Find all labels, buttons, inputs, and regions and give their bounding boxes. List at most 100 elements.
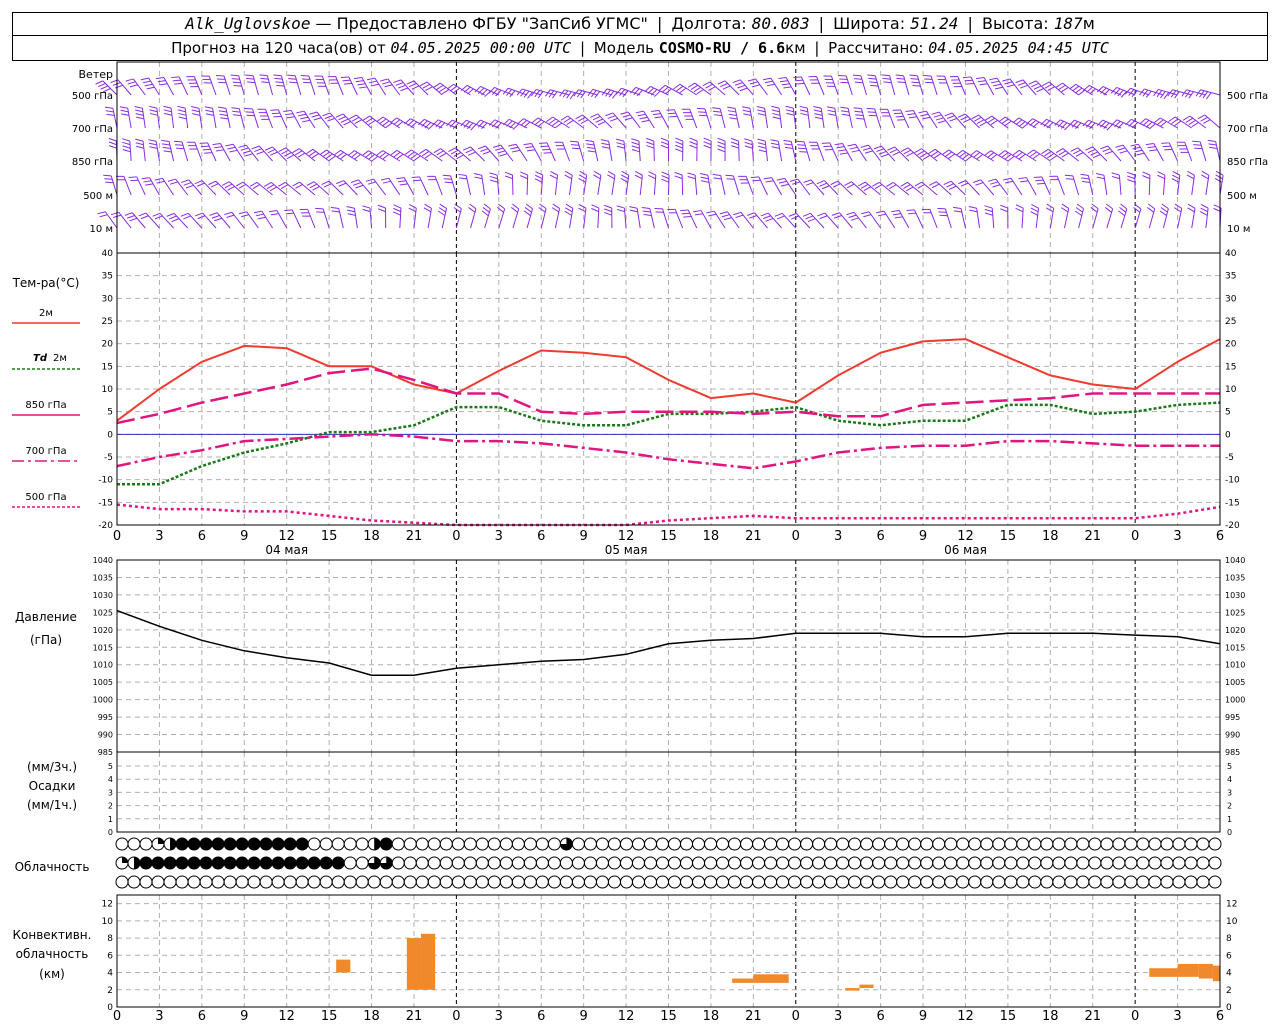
cloud-cover-high-icon bbox=[463, 837, 477, 851]
cloud-cover-high-icon bbox=[415, 837, 429, 851]
wind-barb bbox=[423, 203, 432, 229]
cloud-cover-mid-icon bbox=[331, 856, 345, 870]
cloud-cover-mid-icon bbox=[403, 856, 417, 870]
legend-2m-label: 2м bbox=[39, 308, 53, 319]
cloud-cover-low-icon bbox=[583, 875, 597, 889]
wind-barb bbox=[218, 106, 231, 129]
temp-tick-left: 20 bbox=[102, 340, 114, 350]
cloud-cover-mid-icon bbox=[716, 856, 730, 870]
conv-tick-right: 2 bbox=[1226, 986, 1232, 996]
wind-barb bbox=[866, 107, 882, 129]
wind-barb bbox=[646, 137, 655, 162]
conv-tick-left: 8 bbox=[107, 934, 113, 944]
cloud-cover-high-icon bbox=[223, 837, 237, 851]
cloud-cover-low-icon bbox=[716, 875, 730, 889]
wind-barb bbox=[148, 105, 160, 129]
cloud-cover-mid-icon bbox=[643, 856, 657, 870]
wind-barb bbox=[538, 203, 547, 229]
temp-tick-right: 25 bbox=[1225, 317, 1236, 327]
cloud-cover-mid-icon bbox=[752, 856, 766, 870]
wind-barb bbox=[831, 212, 853, 229]
cloud-cover-low-icon bbox=[1016, 875, 1030, 889]
wind-barb bbox=[390, 149, 415, 162]
wind-level-500m-right: 500 м bbox=[1227, 191, 1257, 202]
temp-x-tick: 18 bbox=[703, 529, 720, 544]
conv-tick-left: 4 bbox=[107, 969, 113, 979]
wind-barb bbox=[906, 209, 924, 229]
wind-barb bbox=[778, 76, 797, 96]
wind-barb bbox=[481, 203, 491, 229]
wind-barb bbox=[826, 106, 839, 129]
wind-barb bbox=[437, 203, 447, 229]
wind-barb bbox=[872, 181, 896, 196]
conv-x-tick: 0 bbox=[1131, 1009, 1139, 1024]
pressure-tick-right: 1015 bbox=[1225, 643, 1245, 652]
wind-barb bbox=[230, 74, 245, 96]
wind-barb bbox=[616, 205, 627, 229]
cloud-cover-mid-icon bbox=[788, 856, 802, 870]
wind-barbs-layer bbox=[95, 74, 1224, 229]
cloud-cover-mid-icon bbox=[1184, 856, 1198, 870]
cloud-cover-low-icon bbox=[115, 875, 129, 889]
cloud-cover-mid-icon bbox=[655, 856, 669, 870]
cloud-cover-high-icon bbox=[523, 837, 537, 851]
cloud-cover-high-icon bbox=[475, 837, 489, 851]
wind-barb bbox=[148, 139, 160, 162]
cloud-cover-mid-icon bbox=[872, 856, 886, 870]
wind-barb bbox=[900, 181, 924, 196]
day-label: 04 мая bbox=[265, 543, 308, 557]
precip-tick-right: 1 bbox=[1227, 815, 1232, 824]
cloud-cover-high-icon bbox=[379, 837, 393, 851]
wind-barb bbox=[1153, 117, 1178, 129]
wind-level-700hpa-right: 700 гПа bbox=[1227, 124, 1268, 135]
conv-tick-right: 4 bbox=[1226, 969, 1232, 979]
cloud-cover-low-icon bbox=[836, 875, 850, 889]
wind-barb bbox=[1171, 171, 1181, 196]
cloud-cover-high-icon bbox=[1028, 837, 1042, 851]
cloud-cover-low-icon bbox=[1004, 875, 1018, 889]
wind-barb bbox=[703, 137, 712, 162]
wind-barb bbox=[1085, 146, 1108, 162]
conv-x-tick: 9 bbox=[919, 1009, 927, 1024]
cloud-cover-mid-icon bbox=[1076, 856, 1090, 870]
cloud-cover-high-icon bbox=[655, 837, 669, 851]
cloud-cover-high-icon bbox=[716, 837, 730, 851]
cloud-cover-low-icon bbox=[1052, 875, 1066, 889]
temp-x-tick: 0 bbox=[1131, 529, 1139, 544]
conv-x-tick: 6 bbox=[876, 1009, 884, 1024]
cloud-cover-mid-icon bbox=[728, 856, 742, 870]
cloud-cover-low-icon bbox=[271, 875, 285, 889]
cloud-cover-low-icon bbox=[704, 875, 718, 889]
cloud-cover-low-icon bbox=[788, 875, 802, 889]
cloud-cover-high-icon bbox=[571, 837, 585, 851]
temp-tick-right: -15 bbox=[1225, 498, 1240, 508]
conv-tick-left: 12 bbox=[102, 900, 113, 910]
conv-tick-left: 6 bbox=[107, 951, 113, 961]
wind-barb bbox=[696, 107, 712, 129]
wind-barb bbox=[152, 212, 174, 229]
conv-x-tick: 15 bbox=[321, 1009, 338, 1024]
conv-x-tick: 3 bbox=[834, 1009, 842, 1024]
cloud-cover-mid-icon bbox=[680, 856, 694, 870]
temp-tick-left: 30 bbox=[102, 294, 114, 304]
wind-barb bbox=[427, 175, 443, 196]
wind-barb bbox=[186, 141, 203, 162]
cloud-cover-mid-icon bbox=[271, 856, 285, 870]
temp-x-tick: 12 bbox=[957, 529, 974, 544]
wind-barb bbox=[785, 105, 797, 129]
temp-tick-left: 0 bbox=[107, 430, 113, 440]
temp-x-tick: 18 bbox=[1042, 529, 1059, 544]
precip-unit-1h: (мм/1ч.) bbox=[27, 798, 77, 812]
cloud-cover-high-icon bbox=[295, 837, 309, 851]
cloud-cover-mid-icon bbox=[115, 856, 129, 870]
cloud-cover-low-icon bbox=[980, 875, 994, 889]
wind-barb bbox=[774, 212, 797, 229]
wind-barb bbox=[727, 106, 740, 129]
cloud-cover-low-icon bbox=[1040, 875, 1054, 889]
cloud-cover-low-icon bbox=[848, 875, 862, 889]
cloud-cover-high-icon bbox=[1064, 837, 1078, 851]
temp-x-tick: 9 bbox=[580, 529, 588, 544]
cloud-cover-mid-icon bbox=[1016, 856, 1030, 870]
pressure-tick-left: 1005 bbox=[93, 678, 113, 687]
wind-barb bbox=[504, 171, 514, 196]
